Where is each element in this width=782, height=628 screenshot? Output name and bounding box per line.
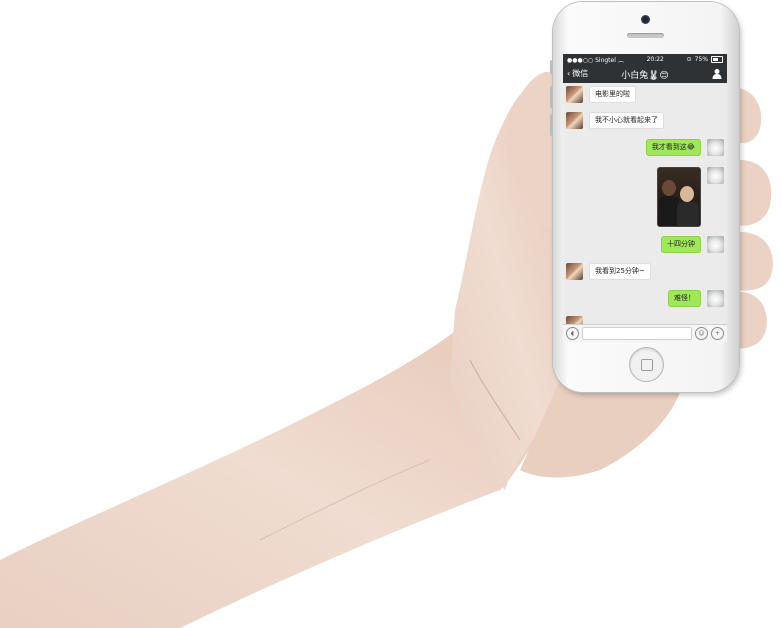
message-row-outgoing: 难怪！ [668, 290, 724, 307]
message-input[interactable] [582, 327, 692, 340]
status-time: 20:22 [646, 56, 664, 63]
photo-message[interactable] [657, 167, 701, 227]
status-bar: ●●●○○ Singtel ︵ 20:22 ⊙ 75% [563, 54, 727, 65]
voice-icon[interactable]: ◖ [566, 327, 579, 340]
message-bubble[interactable]: 电影里的啦 [589, 86, 636, 103]
volume-down-button [550, 114, 553, 136]
front-camera [641, 15, 650, 24]
lock-icon: ⊙ [686, 56, 692, 63]
message-row-outgoing-photo [657, 167, 724, 227]
home-button[interactable] [629, 347, 664, 382]
message-row-incoming: 我看到25分钟~ [566, 263, 651, 280]
status-right: ⊙ 75% [687, 56, 723, 63]
message-row-incoming: 电影里的啦 [566, 86, 636, 103]
my-avatar[interactable] [707, 290, 724, 307]
battery-percent: 75% [694, 56, 708, 63]
battery-icon [711, 56, 723, 63]
message-bubble[interactable]: 十四分钟 [661, 236, 701, 253]
iphone-device: ●●●○○ Singtel ︵ 20:22 ⊙ 75% ‹ 微信 小白兔🐰😊 电… [550, 2, 739, 392]
my-avatar[interactable] [707, 139, 724, 156]
message-bubble[interactable]: 我看到25分钟~ [589, 263, 651, 280]
mute-switch [550, 60, 553, 74]
contact-avatar[interactable] [566, 112, 583, 129]
chat-messages-area[interactable]: 电影里的啦 我不小心就看起来了 我才看到这😂 十四分钟 我看到25分钟~ 难怪！ [563, 83, 727, 333]
carrier-name: Singtel [595, 57, 616, 64]
chat-title: 小白兔🐰😊 [621, 71, 669, 81]
message-row-outgoing: 十四分钟 [661, 236, 724, 253]
contact-avatar[interactable] [566, 86, 583, 103]
phone-screen: ●●●○○ Singtel ︵ 20:22 ⊙ 75% ‹ 微信 小白兔🐰😊 电… [563, 54, 727, 342]
message-bubble[interactable]: 难怪！ [668, 290, 701, 307]
emoji-icon[interactable]: ☺ [695, 327, 708, 340]
message-bubble[interactable]: 我不小心就看起来了 [589, 112, 664, 129]
my-avatar[interactable] [707, 167, 724, 184]
contact-avatar[interactable] [566, 263, 583, 280]
message-row-incoming: 我不小心就看起来了 [566, 112, 664, 129]
chat-nav-bar: ‹ 微信 小白兔🐰😊 [563, 65, 727, 83]
message-bubble[interactable]: 我才看到这😂 [645, 139, 701, 156]
earpiece-speaker [627, 33, 664, 38]
my-avatar[interactable] [707, 236, 724, 253]
carrier-label: ●●●○○ Singtel ︵ [567, 57, 624, 64]
volume-up-button [550, 86, 553, 108]
contact-profile-icon[interactable] [712, 68, 722, 79]
message-row-outgoing: 我才看到这😂 [645, 139, 724, 156]
message-input-bar: ◖ ☺ + [563, 324, 727, 342]
plus-icon[interactable]: + [711, 327, 724, 340]
